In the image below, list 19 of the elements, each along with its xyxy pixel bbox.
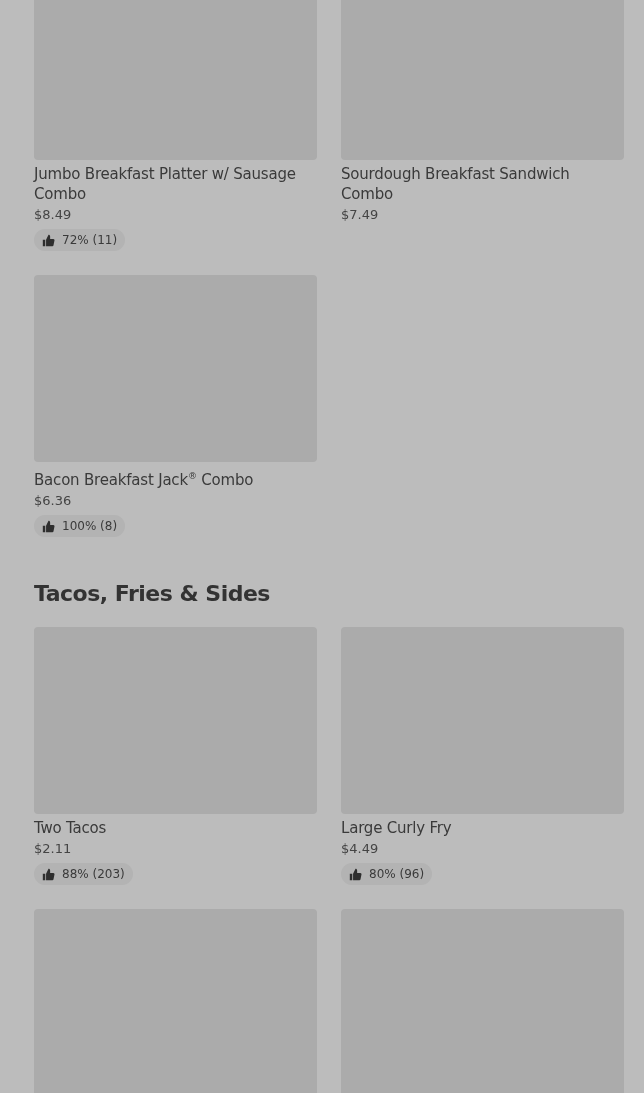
item-name[interactable]: Large Curly Fry <box>341 818 624 838</box>
item-price: $7.49 <box>341 206 380 224</box>
item-name[interactable]: Bacon Breakfast Jack$^{®}$ Combo <box>34 466 317 490</box>
rating-text: 100% (8) <box>62 519 118 533</box>
rating-text: 80% (96) <box>369 867 425 881</box>
item-name[interactable]: Two Tacos <box>34 818 317 838</box>
thumbs-up-icon <box>349 867 362 881</box>
thumbs-up-icon <box>42 867 55 881</box>
section-heading: Tacos, Fries & Sides <box>34 581 271 607</box>
item-name[interactable]: Jumbo Breakfast Platter w/ Sausage Combo <box>34 164 317 204</box>
thumbs-up-icon <box>42 233 55 247</box>
item-name[interactable]: Sourdough Breakfast Sandwich Combo <box>341 164 624 204</box>
thumbs-up-icon <box>42 519 55 533</box>
item-price: $8.49 <box>34 206 73 224</box>
rating-text: 72% (11) <box>62 233 118 247</box>
item-price: $6.36 <box>34 492 73 510</box>
item-price: $4.49 <box>341 840 380 858</box>
rating-text: 88% (203) <box>62 867 125 881</box>
item-price: $2.11 <box>34 840 73 858</box>
